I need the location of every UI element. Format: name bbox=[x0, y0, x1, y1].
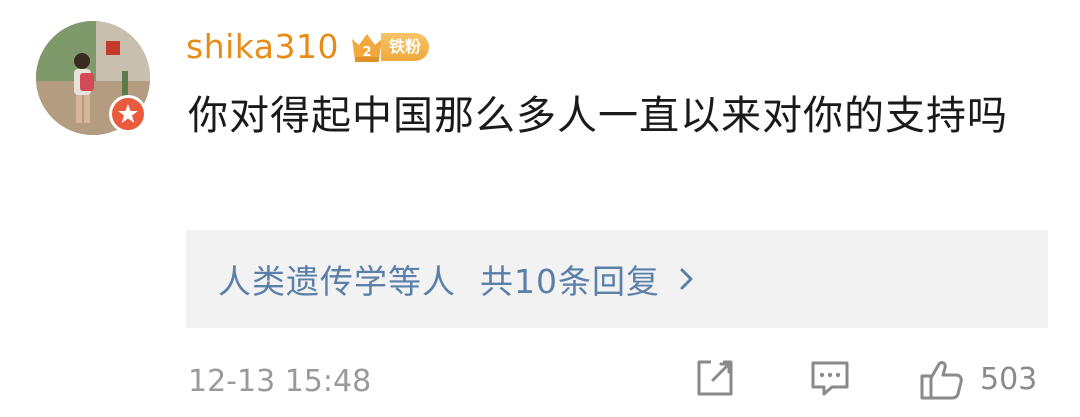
chevron-right-icon[interactable] bbox=[678, 265, 696, 293]
fan-badge: 2 铁粉 bbox=[349, 30, 430, 64]
reply-count[interactable]: 共10条回复 bbox=[480, 255, 660, 303]
crown-icon: 2 bbox=[352, 34, 383, 62]
comment-footer: 12-13 15:48 503 bbox=[188, 356, 1048, 408]
thumbs-up-icon bbox=[920, 361, 963, 400]
reply-button[interactable] bbox=[808, 356, 852, 400]
reply-users[interactable]: 人类遗传学等人 bbox=[218, 255, 456, 303]
comment-icon bbox=[811, 361, 849, 396]
verified-badge-icon bbox=[109, 95, 147, 133]
username[interactable]: shika310 bbox=[186, 24, 339, 70]
comment-card: shika310 2 铁粉 你对得起中国那么多人一直以来对你的支持吗 人类遗传学… bbox=[0, 0, 1080, 417]
svg-text:2: 2 bbox=[362, 45, 371, 60]
share-button[interactable] bbox=[693, 356, 737, 400]
comment-text: 你对得起中国那么多人一直以来对你的支持吗 bbox=[188, 93, 1008, 139]
fan-badge-label: 铁粉 bbox=[381, 33, 430, 61]
like-button[interactable]: 503 bbox=[918, 356, 1037, 404]
timestamp: 12-13 15:48 bbox=[188, 364, 372, 399]
share-icon bbox=[697, 360, 733, 396]
comment-header: shika310 2 铁粉 bbox=[186, 24, 430, 70]
replies-box[interactable]: 人类遗传学等人 共10条回复 bbox=[186, 230, 1048, 328]
like-count: 503 bbox=[980, 362, 1038, 397]
